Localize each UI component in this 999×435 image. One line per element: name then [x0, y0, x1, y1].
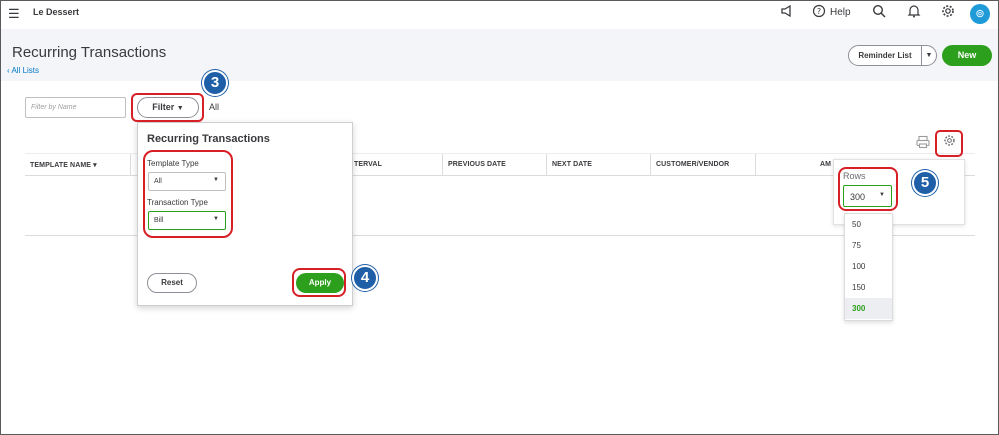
transaction-type-select[interactable]: Bill ▼ — [148, 211, 226, 230]
template-type-label: Template Type — [147, 159, 199, 168]
step-4-badge: 4 — [352, 265, 378, 291]
column-previous-date[interactable]: PREVIOUS DATE — [448, 161, 506, 168]
column-template-name[interactable]: TEMPLATE NAME ▾ — [30, 161, 97, 169]
company-name: Le Dessert — [33, 7, 80, 17]
help-icon[interactable]: ? — [812, 4, 826, 21]
rows-per-page-select[interactable]: 300 ▼ — [843, 185, 892, 207]
step-5-badge: 5 — [912, 170, 938, 196]
rows-label: Rows — [843, 171, 866, 181]
user-avatar[interactable]: ⊚ — [970, 4, 990, 24]
chevron-down-icon: ▼ — [213, 216, 219, 222]
settings-gear-icon[interactable] — [941, 4, 955, 21]
column-amount[interactable]: AM — [820, 161, 831, 168]
rows-option-75[interactable]: 75 — [845, 235, 892, 256]
filter-summary: All — [209, 102, 220, 112]
chevron-down-icon: ▼ — [213, 177, 219, 183]
template-type-value: All — [154, 178, 162, 185]
filter-popover: Recurring Transactions Template Type All… — [137, 122, 353, 306]
chevron-down-icon: ▼ — [925, 52, 933, 59]
filter-button[interactable]: Filter ▼ — [137, 97, 199, 118]
new-button[interactable]: New — [942, 45, 992, 66]
column-label: TEMPLATE NAME — [30, 162, 92, 169]
rows-option-50[interactable]: 50 — [845, 214, 892, 235]
hamburger-menu-icon[interactable]: ☰ — [8, 6, 20, 22]
filter-by-name-input[interactable]: Filter by Name — [25, 97, 126, 118]
column-divider — [442, 154, 443, 176]
template-type-select[interactable]: All ▼ — [148, 172, 226, 191]
apply-button[interactable]: Apply — [296, 273, 344, 293]
announcement-icon[interactable] — [780, 4, 794, 21]
transaction-type-label: Transaction Type — [147, 198, 208, 207]
column-divider — [546, 154, 547, 176]
filter-popover-title: Recurring Transactions — [147, 133, 270, 145]
chevron-down-icon: ▼ — [176, 105, 184, 112]
column-interval[interactable]: TERVAL — [354, 161, 382, 168]
rows-option-100[interactable]: 100 — [845, 256, 892, 277]
column-divider — [130, 154, 131, 176]
column-divider — [650, 154, 651, 176]
rows-options-list: 50 75 100 150 300 — [844, 213, 893, 321]
chevron-down-icon: ▼ — [879, 192, 885, 198]
print-icon[interactable] — [916, 135, 930, 152]
search-icon[interactable] — [872, 4, 886, 21]
transaction-type-value: Bill — [154, 217, 164, 224]
filter-button-label: Filter — [152, 102, 175, 112]
column-customer-vendor[interactable]: CUSTOMER/VENDOR — [656, 161, 729, 168]
notification-bell-icon[interactable] — [907, 4, 921, 21]
rows-option-300[interactable]: 300 — [845, 298, 892, 319]
table-settings-gear-icon[interactable] — [936, 131, 962, 156]
rows-selected-value: 300 — [850, 192, 866, 202]
rows-option-150[interactable]: 150 — [845, 277, 892, 298]
page-title: Recurring Transactions — [12, 44, 167, 61]
all-lists-link[interactable]: ‹ All Lists — [7, 66, 39, 75]
svg-text:?: ? — [817, 7, 821, 16]
column-divider — [755, 154, 756, 176]
reminder-list-button[interactable]: Reminder List — [848, 45, 922, 66]
help-label[interactable]: Help — [830, 7, 851, 18]
step-3-badge: 3 — [202, 70, 228, 96]
column-next-date[interactable]: NEXT DATE — [552, 161, 592, 168]
all-lists-label[interactable]: All Lists — [11, 66, 39, 75]
reset-button[interactable]: Reset — [147, 273, 197, 293]
